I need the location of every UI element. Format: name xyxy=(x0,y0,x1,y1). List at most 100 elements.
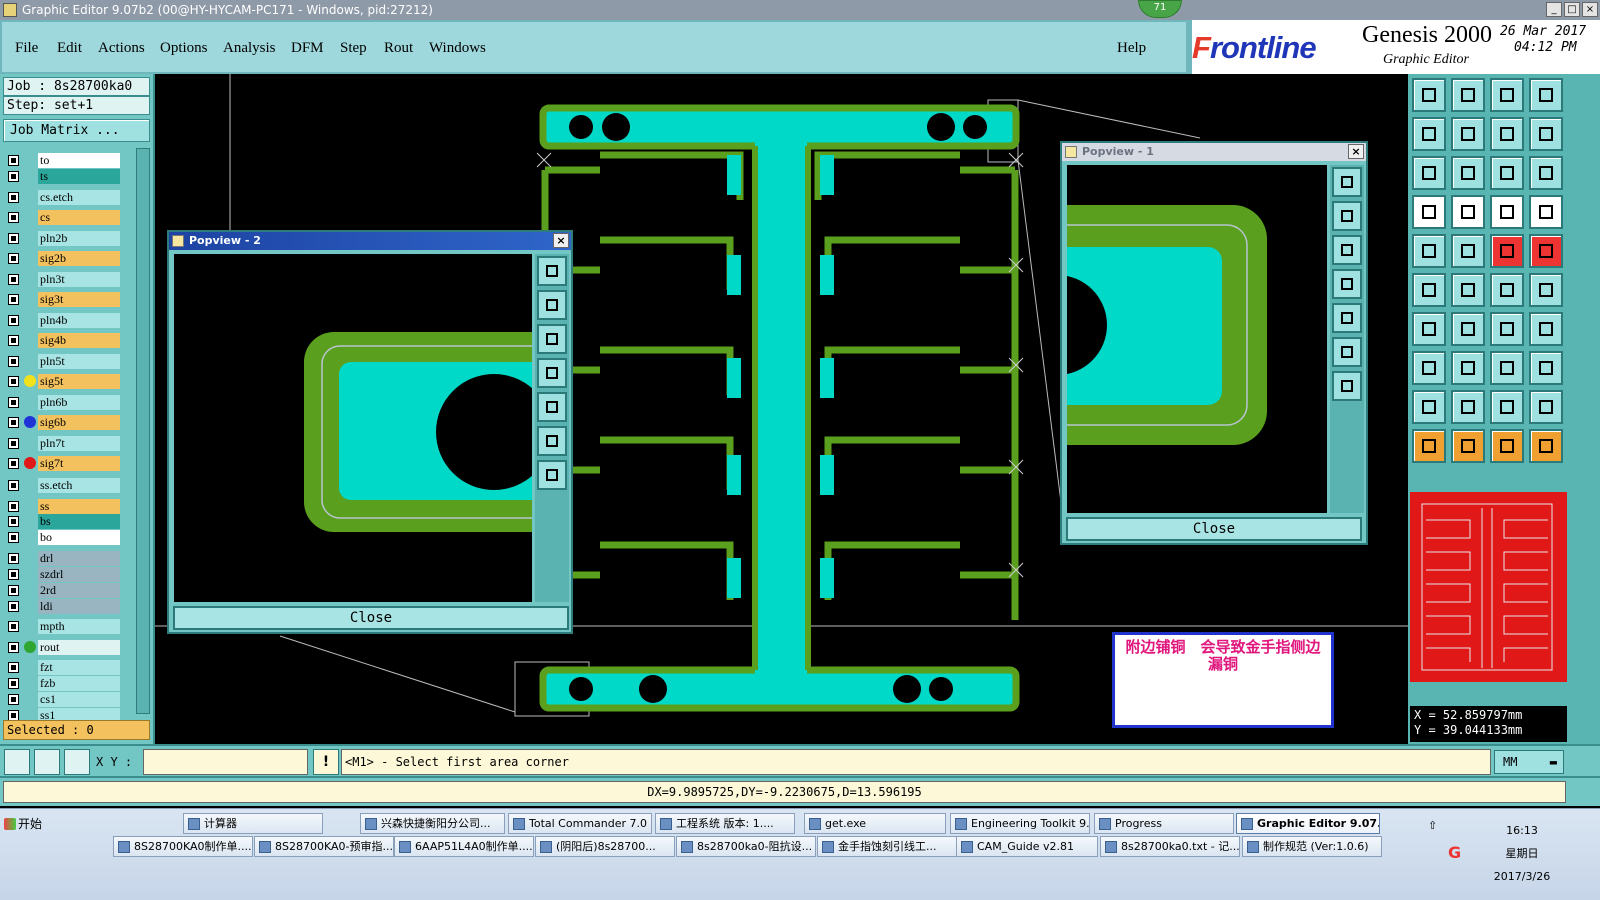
layer-row[interactable]: sig3t xyxy=(6,291,122,308)
select-mode-button[interactable] xyxy=(4,749,30,775)
popview-2-titlebar[interactable]: Popview - 2 × xyxy=(169,232,571,250)
layer-checkbox[interactable] xyxy=(8,315,19,326)
layer-compare-tool-button[interactable] xyxy=(1490,195,1524,229)
layer-name[interactable]: ss.etch xyxy=(38,478,120,493)
layer-checkbox[interactable] xyxy=(8,335,19,346)
layer-name[interactable]: cs1 xyxy=(38,692,120,707)
layer-checkbox[interactable] xyxy=(8,253,19,264)
pad-tool-button[interactable] xyxy=(1412,234,1446,268)
menu-analysis[interactable]: Analysis xyxy=(223,40,276,57)
mirror-tool-button[interactable] xyxy=(1529,312,1563,346)
tray-clock[interactable]: 16:13 星期日 2017/3/26 xyxy=(1482,819,1562,888)
layer-row[interactable]: cs1 xyxy=(6,691,122,708)
info-icon[interactable]: ! xyxy=(313,749,339,775)
layer-row[interactable]: sig4b xyxy=(6,332,122,349)
pointer-tool-button[interactable] xyxy=(1412,429,1446,463)
pan-right-tool-button[interactable] xyxy=(1451,117,1485,151)
pad-add-tool-button[interactable] xyxy=(1412,351,1446,385)
popview-1-close-icon[interactable]: × xyxy=(1348,144,1364,159)
close-button[interactable]: × xyxy=(1582,2,1598,17)
layer-name[interactable]: szdrl xyxy=(38,567,120,582)
net-tool-button[interactable] xyxy=(1451,234,1485,268)
layer-name[interactable]: sig2b xyxy=(38,251,120,266)
layer-row[interactable]: bo xyxy=(6,529,122,546)
taskbar-item[interactable]: Graphic Editor 9.07... xyxy=(1236,813,1380,834)
pin-tool-button[interactable] xyxy=(1490,273,1524,307)
fit-board-tool-button[interactable] xyxy=(1412,156,1446,190)
scale-1-2-tool-button[interactable] xyxy=(1490,156,1524,190)
layer-row[interactable]: pln3t xyxy=(6,271,122,288)
popview-2-close-button[interactable]: Close xyxy=(173,606,569,630)
layer-checkbox[interactable] xyxy=(8,601,19,612)
layer-checkbox[interactable] xyxy=(8,397,19,408)
popview-1-zoom-in-button[interactable] xyxy=(1332,201,1362,231)
menu-step[interactable]: Step xyxy=(340,40,367,57)
layer-row[interactable]: szdrl xyxy=(6,566,122,583)
popview-1-zoom-out-button[interactable] xyxy=(1332,235,1362,265)
layer-row[interactable]: pln7t xyxy=(6,435,122,452)
menu-edit[interactable]: Edit xyxy=(57,40,82,57)
layer-row[interactable]: ss.etch xyxy=(6,477,122,494)
restore-button[interactable]: □ xyxy=(1564,2,1580,17)
popview-2-zoom-home-button[interactable] xyxy=(537,256,567,286)
layer-checkbox[interactable] xyxy=(8,516,19,527)
layer-name[interactable]: ss xyxy=(38,499,120,514)
layer-row[interactable]: cs xyxy=(6,209,122,226)
popview-2-close-icon[interactable]: × xyxy=(553,233,569,248)
layer-checkbox[interactable] xyxy=(8,501,19,512)
layer-name[interactable]: fzb xyxy=(38,676,120,691)
popview-1-pan-right-button[interactable] xyxy=(1332,303,1362,333)
pointer-3-tool-button[interactable] xyxy=(1490,429,1524,463)
taskbar-item[interactable]: 工程系统 版本: 1.... xyxy=(655,813,795,834)
layer-name[interactable]: to xyxy=(38,153,120,168)
layer-row[interactable]: sig2b xyxy=(6,250,122,267)
start-button[interactable]: 开始 xyxy=(2,813,54,835)
taskbar-item[interactable]: get.exe xyxy=(804,813,946,834)
layer-checkbox[interactable] xyxy=(8,171,19,182)
layer-name[interactable]: bs xyxy=(38,514,120,529)
layer-checkbox[interactable] xyxy=(8,553,19,564)
swap-tool-button[interactable] xyxy=(1529,351,1563,385)
scale-bar-tool-button[interactable] xyxy=(1490,234,1524,268)
menu-dfm[interactable]: DFM xyxy=(291,40,324,57)
layer-row[interactable]: drl xyxy=(6,550,122,567)
layer-name[interactable]: cs xyxy=(38,210,120,225)
popview-2-view[interactable] xyxy=(174,254,532,602)
layer-row[interactable]: mpth xyxy=(6,618,122,635)
layer-checkbox[interactable] xyxy=(8,458,19,469)
home-view-tool-button[interactable] xyxy=(1490,78,1524,112)
layer-checkbox[interactable] xyxy=(8,192,19,203)
tray-arrow-icon[interactable]: ⇧ xyxy=(1428,819,1437,832)
layer-checkbox[interactable] xyxy=(8,155,19,166)
pointer-2-tool-button[interactable] xyxy=(1451,429,1485,463)
layer-name[interactable]: 2rd xyxy=(38,583,120,598)
layer-name[interactable]: mpth xyxy=(38,619,120,634)
layer-name[interactable]: pln3t xyxy=(38,272,120,287)
help-tool-button[interactable] xyxy=(1529,156,1563,190)
popview-1-pan-left-button[interactable] xyxy=(1332,269,1362,299)
layer-name[interactable]: pln7t xyxy=(38,436,120,451)
pointer-4-tool-button[interactable] xyxy=(1529,429,1563,463)
menu-windows[interactable]: Windows xyxy=(429,40,486,57)
center-tool-button[interactable] xyxy=(1451,156,1485,190)
line-tool-button[interactable] xyxy=(1412,312,1446,346)
layer-checkbox[interactable] xyxy=(8,678,19,689)
layer-checkbox[interactable] xyxy=(8,585,19,596)
popview-2-pan-left-button[interactable] xyxy=(537,358,567,388)
popview-2-pan-right-button[interactable] xyxy=(537,392,567,422)
job-matrix-button[interactable]: Job Matrix ... xyxy=(3,119,150,142)
rotate-tool-button[interactable] xyxy=(1490,312,1524,346)
shape-d-tool-button[interactable] xyxy=(1529,390,1563,424)
taskbar-item[interactable]: 兴森快捷衡阳分公司... xyxy=(360,813,505,834)
dash-tool-button[interactable] xyxy=(1451,351,1485,385)
layer-row[interactable]: 2rd xyxy=(6,582,122,599)
taskbar-item[interactable]: 8S28700KA0制作单.... xyxy=(113,836,253,857)
layer-row[interactable]: bs xyxy=(6,513,122,530)
taskbar-item[interactable]: Engineering Toolkit 9.... xyxy=(950,813,1090,834)
layer-name[interactable]: pln6b xyxy=(38,395,120,410)
taskbar-item[interactable]: 8s28700ka0.txt - 记... xyxy=(1100,836,1240,857)
layer-name[interactable]: sig7t xyxy=(38,456,120,471)
taskbar-item[interactable]: 6AAP51L4A0制作单.... xyxy=(394,836,534,857)
xy-input[interactable] xyxy=(143,749,308,775)
layer-name[interactable]: pln5t xyxy=(38,354,120,369)
